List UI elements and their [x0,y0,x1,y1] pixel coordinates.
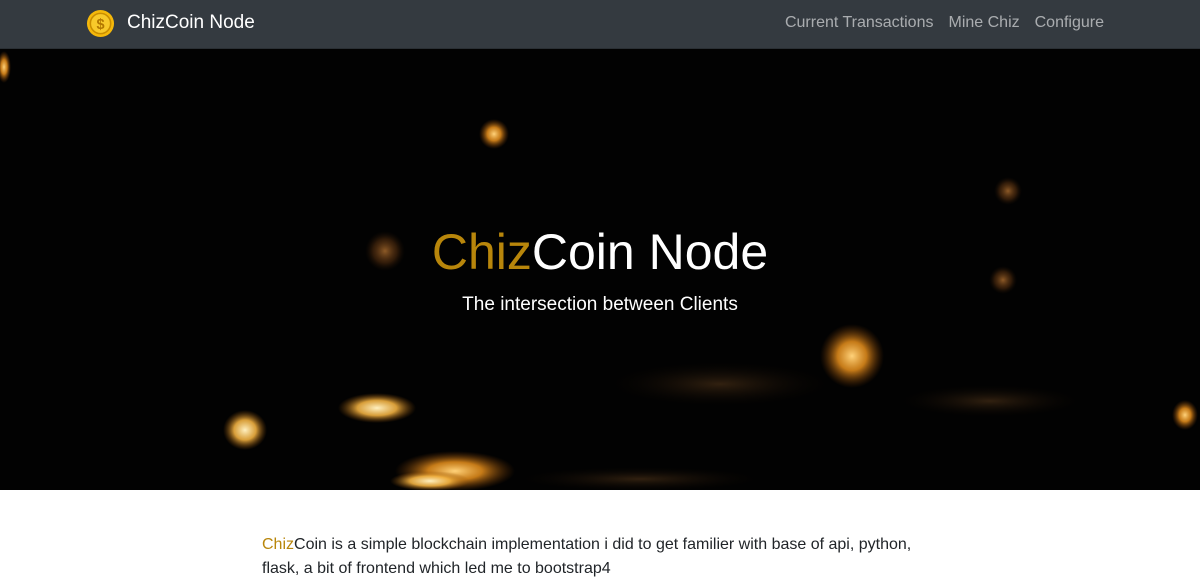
brand-name: ChizCoin Node [127,12,255,33]
intro-accent: Chiz [262,536,295,553]
hero-subtitle: The intersection between Clients [462,294,738,315]
nav-current-transactions[interactable]: Current Transactions [785,13,934,33]
top-navbar: $ ChizCoin Node Current Transactions Min… [0,0,1200,49]
hero-title: ChizCoin Node [0,222,1200,282]
main-content: ChizCoin is a simple blockchain implemen… [262,533,942,581]
hero-title-accent: Chiz [431,224,532,280]
intro-text: Coin is a simple blockchain implementati… [262,536,912,577]
gold-coin-icon: $ [86,9,115,37]
svg-text:$: $ [96,16,104,32]
nav-configure[interactable]: Configure [1035,13,1104,33]
intro-paragraph: ChizCoin is a simple blockchain implemen… [262,533,942,581]
hero-title-rest: Coin Node [531,224,769,280]
nav-links: Current Transactions Mine Chiz Configure [770,13,1104,33]
hero-jumbotron: ChizCoin Node The intersection between C… [0,49,1200,490]
nav-mine-chiz[interactable]: Mine Chiz [948,13,1019,33]
brand-link[interactable]: $ ChizCoin Node [86,8,255,38]
